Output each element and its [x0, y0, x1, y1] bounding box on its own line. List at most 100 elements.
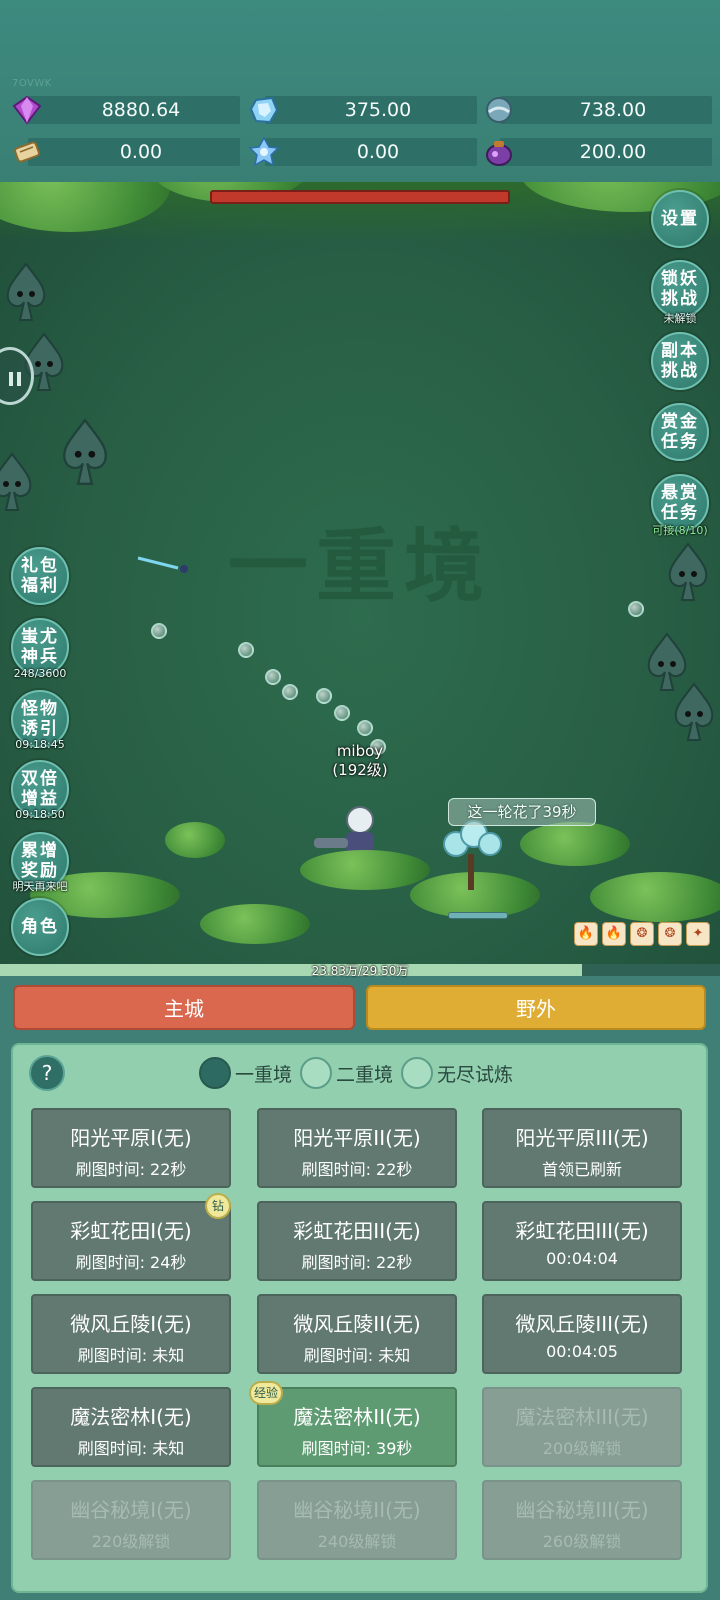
chiyou-weapon-progress: 248/3600: [13, 667, 67, 680]
buff-icon[interactable]: ❂: [630, 922, 654, 946]
mode-option-endless-trial[interactable]: 无尽试炼: [401, 1057, 513, 1089]
map-card[interactable]: 微风丘陵III(无) 00:04:05: [482, 1294, 682, 1374]
map-card[interactable]: 微风丘陵I(无) 刷图时间: 未知: [31, 1294, 231, 1374]
bush-decoration: [200, 904, 310, 944]
map-card-status: 首领已刷新: [541, 1160, 622, 1179]
bubble: [265, 669, 281, 685]
map-card[interactable]: 魔法密林I(无) 刷图时间: 未知: [31, 1387, 231, 1467]
map-card[interactable]: 彩虹花田III(无) 00:04:04: [482, 1201, 682, 1281]
resource-value: 375.00: [265, 96, 477, 124]
spade-tree-icon: [0, 452, 32, 511]
map-card-name: 微风丘陵III(无): [515, 1312, 649, 1336]
resource-row-2: 0.00 0.00 200.00: [10, 135, 715, 169]
monster-lure-timer: 09:18:45: [15, 738, 65, 751]
map-card-status: 刷图时间: 未知: [77, 1346, 185, 1365]
battle-scene[interactable]: 一重境 miboy (192级) 这一轮花了39秒 🔥 🔥 ❂ ❂ ✦: [0, 182, 720, 972]
cumulative-reward-status: 明天再来吧: [12, 880, 68, 893]
mode-option-first-realm[interactable]: 一重境: [199, 1057, 292, 1089]
gold-quest-button[interactable]: 赏金任务: [651, 403, 709, 461]
map-card[interactable]: 幽谷秘境III(无) 260级解锁: [482, 1480, 682, 1560]
character-button[interactable]: 角色: [11, 898, 69, 956]
flying-sword-icon: [137, 556, 188, 573]
spade-tree-icon: [63, 418, 107, 485]
spade-tree-icon: [668, 542, 708, 601]
resource-header: 7OVWK 8880.64 375.00 738.00 0.00 0.00 20…: [0, 0, 720, 182]
settings-button[interactable]: 设置: [651, 190, 709, 248]
buff-icon[interactable]: ✦: [686, 922, 710, 946]
bubble: [357, 720, 373, 736]
radio-selected-icon[interactable]: [199, 1057, 231, 1089]
dungeon-challenge-button[interactable]: 副本挑战: [651, 332, 709, 390]
help-button[interactable]: ?: [29, 1055, 65, 1091]
spade-tree-icon: [674, 682, 714, 741]
map-card[interactable]: 幽谷秘境I(无) 220级解锁: [31, 1480, 231, 1560]
mode-label: 二重境: [336, 1063, 394, 1086]
round-timer-bubble: 这一轮花了39秒: [448, 798, 596, 826]
resource-ice-crystal: 0.00: [247, 136, 477, 167]
spade-tree-icon: [6, 262, 46, 321]
bounty-quest-label: 悬赏任务: [661, 483, 699, 523]
map-card-status: 240级解锁: [317, 1532, 397, 1551]
radio-unselected-icon[interactable]: [300, 1057, 333, 1089]
resource-stone-orb: 738.00: [482, 95, 712, 125]
map-card[interactable]: 彩虹花田II(无) 刷图时间: 22秒: [257, 1201, 457, 1281]
map-card-status: 刷图时间: 39秒: [301, 1439, 413, 1458]
buff-bar: 🔥 🔥 ❂ ❂ ✦: [574, 922, 716, 946]
resource-row-1: 8880.64 375.00 738.00: [10, 95, 715, 125]
map-card[interactable]: 魔法密林II(无) 刷图时间: 39秒 经验: [249, 1381, 457, 1467]
bush-decoration: [520, 822, 630, 866]
double-bonus-label: 双倍增益: [21, 769, 59, 809]
buff-icon[interactable]: 🔥: [574, 922, 598, 946]
lock-demon-status: 未解锁: [663, 312, 697, 325]
mode-option-second-realm[interactable]: 二重境: [300, 1057, 393, 1089]
map-card-name: 幽谷秘境II(无): [293, 1498, 421, 1522]
bubble: [151, 623, 167, 639]
map-card-name: 阳光平原III(无): [515, 1126, 649, 1150]
buff-icon[interactable]: 🔥: [602, 922, 626, 946]
player-level: (192级): [332, 761, 388, 779]
map-card-status: 刷图时间: 未知: [303, 1346, 411, 1365]
map-card-status: 260级解锁: [542, 1532, 622, 1551]
lock-demon-label: 锁妖挑战: [661, 269, 699, 309]
wild-tab[interactable]: 野外: [366, 985, 706, 1030]
map-card-status: 刷图时间: 22秒: [301, 1160, 413, 1179]
mode-selector: 一重境 二重境 无尽试炼: [199, 1055, 521, 1091]
map-card[interactable]: 幽谷秘境II(无) 240级解锁: [257, 1480, 457, 1560]
map-card[interactable]: 阳光平原II(无) 刷图时间: 22秒: [257, 1108, 457, 1188]
mode-label: 一重境: [235, 1063, 293, 1086]
map-card[interactable]: 阳光平原III(无) 首领已刷新: [482, 1108, 682, 1188]
radio-unselected-icon[interactable]: [401, 1057, 434, 1089]
blue-crystal-icon: [247, 93, 281, 127]
map-card-name: 彩虹花田II(无): [293, 1219, 421, 1243]
map-card[interactable]: 微风丘陵II(无) 刷图时间: 未知: [257, 1294, 457, 1374]
resource-scroll: 0.00: [10, 137, 240, 167]
map-card[interactable]: 魔法密林III(无) 200级解锁: [482, 1387, 682, 1467]
gold-quest-label: 赏金任务: [661, 412, 699, 452]
bubble: [316, 688, 332, 704]
player-label: miboy (192级): [300, 742, 420, 780]
map-card-name: 魔法密林II(无): [293, 1405, 421, 1429]
map-card-status: 00:04:04: [546, 1249, 618, 1268]
chiyou-weapon-label: 蚩尤神兵: [21, 627, 59, 667]
resource-value: 0.00: [265, 138, 477, 166]
bubble: [282, 684, 298, 700]
stone-orb-icon: [482, 93, 516, 127]
map-card-name: 幽谷秘境I(无): [70, 1498, 192, 1522]
resource-value: 8880.64: [28, 96, 240, 124]
bush-decoration: [300, 850, 430, 890]
bubble: [238, 642, 254, 658]
map-card-name: 幽谷秘境III(无): [515, 1498, 649, 1522]
map-card-status: 220级解锁: [91, 1532, 171, 1551]
map-card-status: 200级解锁: [542, 1439, 622, 1458]
main-city-tab[interactable]: 主城: [13, 985, 355, 1030]
gift-pack-button[interactable]: 礼包福利: [11, 547, 69, 605]
purple-pouch-icon: [482, 135, 516, 169]
diamond-badge: 钻: [205, 1193, 231, 1219]
purple-gem-icon: [10, 93, 44, 127]
map-card[interactable]: 彩虹花田I(无) 刷图时间: 24秒 钻: [31, 1193, 231, 1281]
character-label: 角色: [21, 917, 59, 937]
buff-icon[interactable]: ❂: [658, 922, 682, 946]
scroll-icon: [10, 135, 44, 169]
map-card[interactable]: 阳光平原I(无) 刷图时间: 22秒: [31, 1108, 231, 1188]
bush-decoration: [590, 872, 720, 922]
